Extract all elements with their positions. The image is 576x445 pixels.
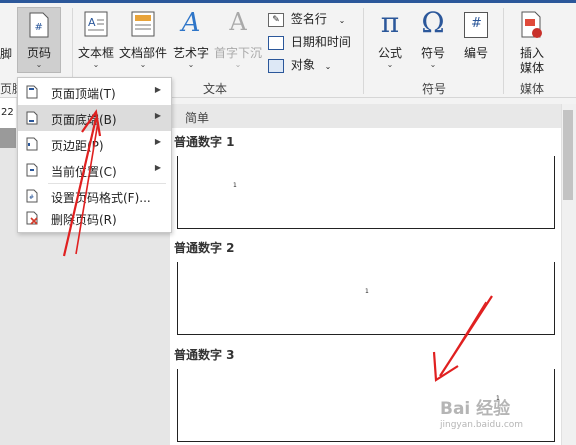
- number-icon: #: [464, 12, 488, 38]
- menu-item-label: 当前位置(C): [51, 165, 117, 179]
- drop-cap-button[interactable]: A 首字下沉 ⌄: [213, 8, 263, 72]
- page-number-icon: #: [29, 12, 49, 38]
- calendar-icon: [268, 35, 284, 50]
- document-number: 22: [1, 107, 14, 118]
- page-number-button[interactable]: # 页码 ⌄: [17, 7, 61, 73]
- watermark-url: jingyan.baidu.com: [440, 420, 524, 430]
- chevron-down-icon: ⌄: [92, 60, 100, 69]
- date-time-label: 日期和时间: [290, 35, 351, 49]
- page-margin-icon: [26, 137, 38, 151]
- text-box-icon: A: [84, 11, 108, 37]
- menu-item-label: 设置页码格式(F)...: [51, 191, 151, 205]
- drop-cap-label: 首字下沉: [213, 46, 262, 60]
- page-number-label: 页码: [26, 46, 51, 60]
- omega-icon: Ω: [421, 6, 445, 39]
- gallery-header-label: 简单: [185, 111, 210, 125]
- object-button[interactable]: 对象 ⌄: [268, 56, 331, 73]
- footer-button-partial[interactable]: 脚: [0, 8, 14, 74]
- gallery-item-plain-number-2[interactable]: 1: [177, 262, 555, 335]
- svg-text:A: A: [88, 16, 96, 29]
- menu-item-current-position[interactable]: 当前位置(C) ▶: [18, 157, 171, 183]
- ribbon-top-line: [0, 0, 576, 3]
- page-top-icon: [26, 85, 38, 99]
- page-number-preview: 1: [365, 288, 369, 295]
- separator: [503, 8, 504, 94]
- gallery-item-plain-number-1[interactable]: 1: [177, 156, 555, 229]
- menu-item-page-bottom[interactable]: 页面底端(B) ▶: [18, 105, 171, 131]
- remove-page-number-icon: [26, 211, 38, 225]
- page-bottom-icon: [26, 111, 38, 125]
- media-icon: [521, 11, 542, 38]
- equation-label: 公式: [377, 46, 402, 60]
- watermark: Bai 经验 jingyan.baidu.com: [440, 394, 558, 434]
- text-box-button[interactable]: A 文本框 ⌄: [76, 8, 116, 72]
- watermark-text: Bai 经验: [440, 399, 511, 419]
- drop-cap-icon: A: [229, 8, 247, 36]
- equation-button[interactable]: π 公式 ⌄: [368, 6, 412, 72]
- number-button[interactable]: # 编号: [456, 8, 496, 72]
- chevron-down-icon: ⌄: [187, 60, 195, 69]
- section-title: 普通数字 2: [174, 241, 235, 255]
- chevron-down-icon: ⌄: [429, 60, 437, 69]
- page-number-menu: 页面顶端(T) ▶ 页面底端(B) ▶ 页边距(P) ▶ 当前位置(C) ▶ #…: [17, 77, 172, 233]
- chevron-down-icon: ⌄: [35, 60, 43, 69]
- wordart-button[interactable]: A 艺术字 ⌄: [170, 8, 212, 72]
- chevron-right-icon: ▶: [154, 85, 161, 94]
- chevron-down-icon: ⌄: [338, 16, 346, 25]
- signature-line-label: 签名行: [290, 12, 327, 26]
- section-title: 普通数字 1: [174, 135, 235, 149]
- symbols-group-label: 符号: [421, 82, 446, 96]
- chevron-right-icon: ▶: [154, 163, 161, 172]
- date-time-button[interactable]: 日期和时间: [268, 33, 351, 50]
- separator: [363, 8, 364, 94]
- chevron-right-icon: ▶: [154, 137, 161, 146]
- menu-item-remove-page-numbers[interactable]: 删除页码(R): [18, 205, 171, 231]
- quick-parts-icon: [131, 11, 155, 37]
- signature-icon: ✎: [268, 12, 284, 27]
- chevron-down-icon: ⌄: [234, 60, 242, 69]
- symbol-label: 符号: [420, 46, 445, 60]
- document-gray-band: [0, 128, 16, 148]
- object-label: 对象: [290, 58, 315, 72]
- insert-media-label-2: 媒体: [519, 61, 544, 75]
- object-icon: [268, 58, 284, 73]
- format-page-number-icon: #: [26, 189, 38, 203]
- chevron-down-icon: ⌄: [324, 62, 332, 71]
- hash-glyph: #: [471, 16, 482, 31]
- wordart-label: 艺术字: [172, 46, 209, 60]
- chevron-down-icon: ⌄: [139, 60, 147, 69]
- menu-item-page-top[interactable]: 页面顶端(T) ▶: [18, 79, 171, 105]
- quick-parts-label: 文档部件: [118, 46, 167, 60]
- quick-parts-button[interactable]: 文档部件 ⌄: [118, 8, 168, 72]
- text-box-label: 文本框: [77, 46, 114, 60]
- menu-item-label: 页边距(P): [51, 139, 104, 153]
- symbol-button[interactable]: Ω 符号 ⌄: [412, 6, 454, 72]
- wordart-icon: A: [181, 8, 201, 38]
- signature-line-button[interactable]: ✎ 签名行 ⌄: [268, 10, 345, 27]
- scrollbar-thumb[interactable]: [563, 110, 573, 200]
- menu-item-label: 页面顶端(T): [51, 87, 116, 101]
- media-group-label: 媒体: [519, 82, 544, 96]
- chevron-right-icon: ▶: [154, 111, 161, 120]
- insert-media-button[interactable]: 插入 媒体: [508, 8, 556, 75]
- gallery-header: 简单: [170, 104, 561, 128]
- footer-button-label: 脚: [0, 47, 13, 61]
- chevron-down-icon: ⌄: [386, 60, 394, 69]
- number-label: 编号: [463, 46, 488, 60]
- current-position-icon: [26, 163, 38, 177]
- menu-item-label: 删除页码(R): [51, 213, 117, 227]
- svg-text:#: #: [29, 194, 34, 201]
- menu-item-label: 页面底端(B): [51, 113, 117, 127]
- menu-item-page-margin[interactable]: 页边距(P) ▶: [18, 131, 171, 157]
- section-title: 普通数字 3: [174, 348, 235, 362]
- pi-icon: π: [380, 6, 400, 39]
- text-group-label: 文本: [202, 82, 227, 96]
- svg-text:#: #: [35, 22, 43, 33]
- page-number-preview: 1: [233, 182, 237, 189]
